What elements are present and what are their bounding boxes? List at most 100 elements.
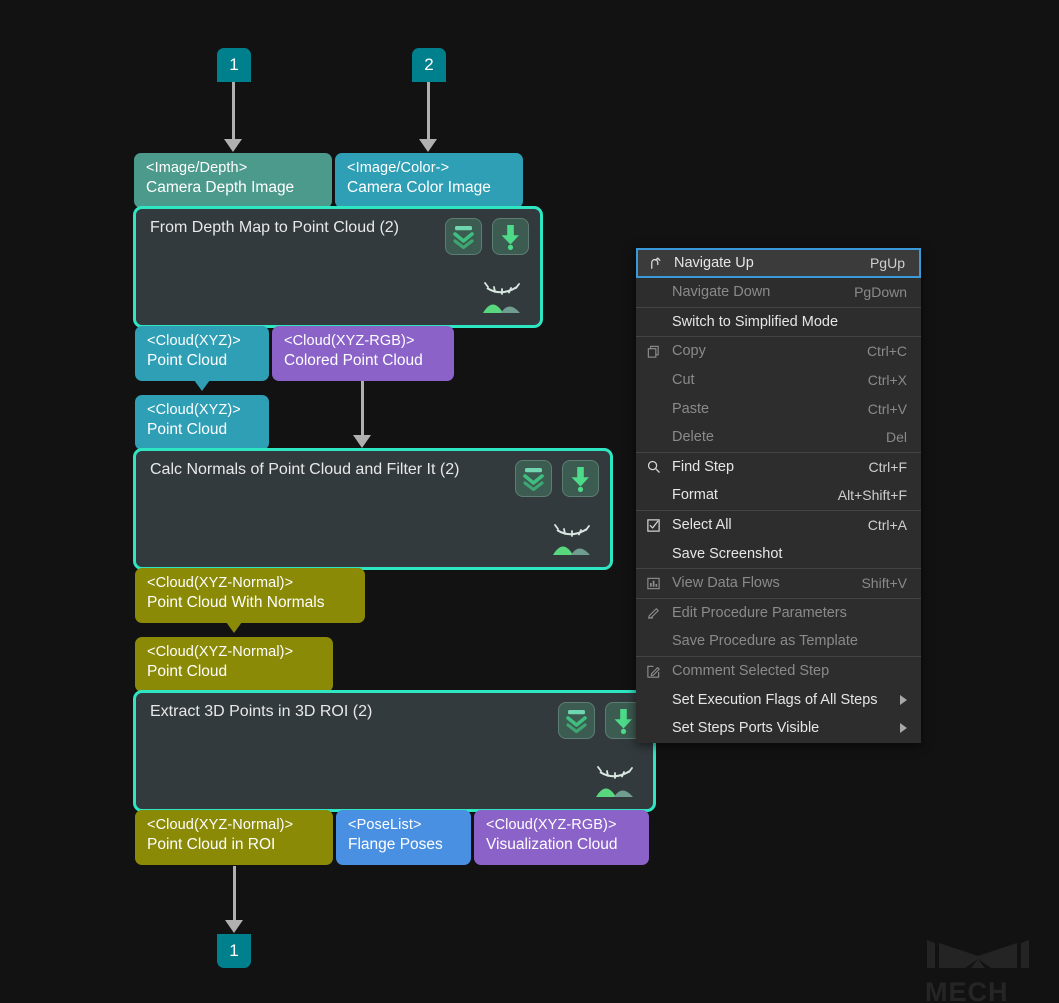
connector-badge-in-2[interactable]: 2 [412,48,446,82]
step-title: From Depth Map to Point Cloud (2) [150,219,399,237]
port-colored-point-cloud[interactable]: <Cloud(XYZ-RGB)> Colored Point Cloud [272,326,454,381]
connector-badge-in-1[interactable]: 1 [217,48,251,82]
menu-item-label: Edit Procedure Parameters [672,605,907,621]
menu-item-no-icon [646,283,668,301]
double-chevron-down-icon[interactable] [558,702,595,739]
port-name: Point Cloud [147,662,323,683]
menu-item-no-icon [646,428,668,446]
port-name: Point Cloud [147,420,259,441]
arrowhead-step2-in [353,435,371,448]
menu-item-label: Find Step [672,459,869,475]
port-camera-depth-image[interactable]: <Image/Depth> Camera Depth Image [134,153,332,208]
menu-item-copy: CopyCtrl+C [636,337,921,366]
menu-item-no-icon [646,545,668,563]
menu-item-navigate-down: Navigate DownPgDown [636,278,921,307]
port-type: <Cloud(XYZ-Normal)> [147,643,323,662]
menu-item-label: Select All [672,517,868,533]
menu-item-find-step[interactable]: Find StepCtrl+F [636,453,921,482]
closed-eye-mountain-icon[interactable] [592,764,640,800]
arrowhead-normals-hop [226,622,242,633]
menu-item-label: Delete [672,429,886,445]
menu-item-label: Save Screenshot [672,546,907,562]
menu-item-label: Set Execution Flags of All Steps [672,692,890,708]
port-camera-color-image[interactable]: <Image/Color-> Camera Color Image [335,153,523,208]
port-point-cloud-xyz-1[interactable]: <Cloud(XYZ)> Point Cloud [135,326,269,381]
menu-item-comment-selected-step: Comment Selected Step [636,657,921,686]
menu-item-save-screenshot[interactable]: Save Screenshot [636,539,921,568]
menu-item-shortcut: Ctrl+A [868,517,907,533]
menu-item-shortcut: Ctrl+X [868,372,907,388]
submenu-chevron-right-icon [900,723,907,733]
menu-item-shortcut: PgDown [854,284,907,300]
menu-item-no-icon [646,632,668,650]
edge-roi-to-badge-out [233,866,236,922]
step-icon-group [445,218,529,255]
badge-label: 1 [229,55,238,75]
menu-item-shortcut: Del [886,429,907,445]
flowchart-editor: 1 2 <Image/Depth> Camera Depth Image <Im… [0,0,1059,1003]
menu-item-label: Navigate Up [674,255,870,271]
port-type: <Cloud(XYZ)> [147,401,259,420]
menu-item-delete: DeleteDel [636,423,921,452]
port-name: Camera Color Image [347,178,513,199]
menu-item-shortcut: Ctrl+F [869,459,908,475]
navigate-up-icon [648,254,670,272]
menu-item-label: Format [672,487,838,503]
port-type: <Cloud(XYZ-RGB)> [284,332,444,351]
menu-item-navigate-up[interactable]: Navigate UpPgUp [636,248,921,278]
port-point-cloud-in-roi[interactable]: <Cloud(XYZ-Normal)> Point Cloud in ROI [135,810,333,865]
menu-item-set-execution-flags-of-all-steps[interactable]: Set Execution Flags of All Steps [636,685,921,714]
menu-item-shortcut: Alt+Shift+F [838,487,907,503]
menu-item-label: Paste [672,401,868,417]
double-chevron-down-icon[interactable] [515,460,552,497]
menu-item-label: Set Steps Ports Visible [672,720,890,736]
menu-item-edit-procedure-parameters: Edit Procedure Parameters [636,599,921,628]
menu-item-shortcut: Ctrl+C [867,343,907,359]
closed-eye-mountain-icon[interactable] [479,280,527,316]
port-type: <Cloud(XYZ)> [147,332,259,351]
menu-item-label: Cut [672,372,868,388]
down-arrow-run-icon[interactable] [562,460,599,497]
badge-label: 2 [424,55,433,75]
menu-item-select-all[interactable]: Select AllCtrl+A [636,511,921,540]
menu-item-label: Switch to Simplified Mode [672,314,907,330]
step-icon-group [515,460,599,497]
arrowhead-depth-in [224,139,242,152]
menu-item-set-steps-ports-visible[interactable]: Set Steps Ports Visible [636,714,921,743]
port-point-cloud-with-normals[interactable]: <Cloud(XYZ-Normal)> Point Cloud With Nor… [135,568,365,623]
step-from-depth-map-to-point-cloud[interactable]: From Depth Map to Point Cloud (2) [133,206,543,328]
badge-label: 1 [229,941,238,961]
edge-badge1-to-depth [232,82,235,142]
port-point-cloud-normal[interactable]: <Cloud(XYZ-Normal)> Point Cloud [135,637,333,692]
pencil-square-icon [646,662,668,680]
mech-mind-watermark: MECH MIND [925,938,1059,1003]
port-type: <Cloud(XYZ-RGB)> [486,816,639,835]
menu-item-label: Comment Selected Step [672,663,907,679]
edge-colored-cloud-to-step2 [361,381,364,437]
step-extract-3d-points-in-3d-roi[interactable]: Extract 3D Points in 3D ROI (2) [133,690,656,812]
closed-eye-mountain-icon[interactable] [549,522,597,558]
port-name: Visualization Cloud [486,835,639,856]
context-menu[interactable]: Navigate UpPgUpNavigate DownPgDown Switch… [636,248,921,743]
step-calc-normals-of-point-cloud-and-filter-it[interactable]: Calc Normals of Point Cloud and Filter I… [133,448,613,570]
bar-chart-icon [646,574,668,592]
menu-item-format[interactable]: FormatAlt+Shift+F [636,481,921,510]
double-chevron-down-icon[interactable] [445,218,482,255]
menu-item-label: View Data Flows [672,575,861,591]
connector-badge-out-1[interactable]: 1 [217,934,251,968]
menu-item-switch-to-simplified-mode[interactable]: Switch to Simplified Mode [636,308,921,337]
port-point-cloud-xyz-2[interactable]: <Cloud(XYZ)> Point Cloud [135,395,269,450]
pencil-icon [646,604,668,622]
arrowhead-color-in [419,139,437,152]
submenu-chevron-right-icon [900,695,907,705]
port-name: Camera Depth Image [146,178,322,199]
menu-item-no-icon [646,371,668,389]
menu-item-cut: CutCtrl+X [636,366,921,395]
port-visualization-cloud[interactable]: <Cloud(XYZ-RGB)> Visualization Cloud [474,810,649,865]
down-arrow-run-icon[interactable] [492,218,529,255]
menu-item-save-procedure-as-template: Save Procedure as Template [636,627,921,656]
menu-item-no-icon [646,400,668,418]
menu-item-no-icon [646,313,668,331]
port-flange-poses[interactable]: <PoseList> Flange Poses [336,810,471,865]
port-name: Flange Poses [348,835,461,856]
